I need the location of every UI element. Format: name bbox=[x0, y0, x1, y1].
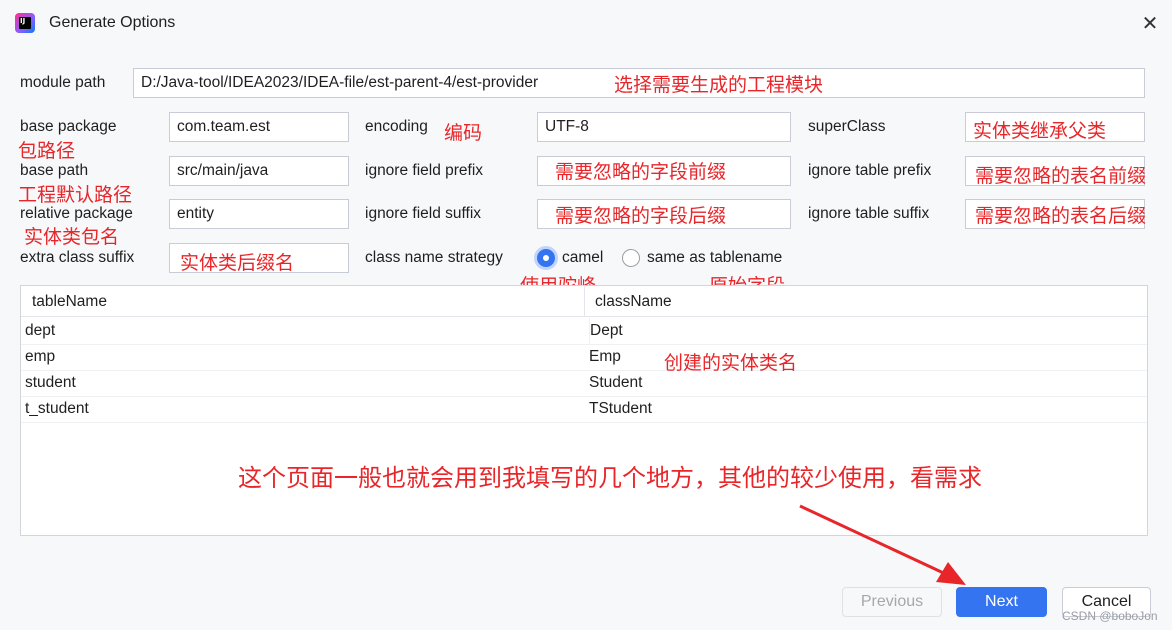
annotation-module-path: 选择需要生成的工程模块 bbox=[614, 74, 824, 96]
camel-radio-label[interactable]: camel bbox=[562, 249, 603, 267]
previous-button[interactable]: Previous bbox=[842, 587, 942, 617]
relative-package-label: relative package bbox=[20, 205, 133, 222]
annotation-encoding: 编码 bbox=[444, 122, 483, 144]
ignore-table-suffix-label: ignore table suffix bbox=[808, 205, 930, 222]
annotation-ignore-table-suffix: 需要忽略的表名后缀 bbox=[975, 205, 1147, 227]
superclass-label: superClass bbox=[808, 118, 886, 135]
table-mapping[interactable]: tableName className dept Dept emp Emp st… bbox=[20, 285, 1148, 536]
camel-radio[interactable] bbox=[537, 249, 555, 267]
relative-package-field[interactable]: entity bbox=[169, 199, 349, 229]
same-as-tablename-radio-label[interactable]: same as tablename bbox=[647, 249, 782, 267]
same-as-tablename-radio[interactable] bbox=[622, 249, 640, 267]
annotation-summary: 这个页面一般也就会用到我填写的几个地方，其他的较少使用，看需求 bbox=[238, 464, 982, 492]
table-cell-tablename: dept bbox=[25, 322, 56, 339]
table-row[interactable]: emp Emp bbox=[21, 344, 1147, 371]
base-package-field[interactable]: com.team.est bbox=[169, 112, 349, 142]
encoding-field[interactable]: UTF-8 bbox=[537, 112, 791, 142]
annotation-extra-class-suffix: 实体类后缀名 bbox=[180, 252, 295, 274]
watermark: CSDN @boboJon bbox=[1062, 609, 1158, 623]
extra-class-suffix-label: extra class suffix bbox=[20, 249, 135, 266]
annotation-ignore-field-prefix: 需要忽略的字段前缀 bbox=[555, 161, 727, 183]
close-icon[interactable]: ✕ bbox=[1138, 12, 1162, 36]
title-bar: IJ Generate Options ✕ bbox=[0, 0, 1172, 48]
annotation-base-package: 包路径 bbox=[18, 140, 76, 162]
dialog-title: Generate Options bbox=[49, 14, 176, 31]
module-path-value: D:/Java-tool/IDEA2023/IDEA-file/est-pare… bbox=[141, 74, 539, 91]
module-path-label: module path bbox=[20, 74, 106, 91]
column-header-tablename[interactable]: tableName bbox=[21, 286, 585, 317]
table-row[interactable]: dept Dept bbox=[21, 318, 1147, 345]
annotation-superclass: 实体类继承父类 bbox=[973, 120, 1107, 142]
ignore-field-suffix-label: ignore field suffix bbox=[365, 205, 482, 222]
table-cell-classname[interactable]: TStudent bbox=[589, 396, 652, 422]
table-cell-classname[interactable]: Emp bbox=[589, 344, 621, 370]
table-cell-tablename: student bbox=[25, 374, 76, 391]
arrow-shaft bbox=[799, 504, 951, 578]
table-cell-classname[interactable]: Dept bbox=[589, 318, 623, 344]
annotation-ignore-table-prefix: 需要忽略的表名前缀 bbox=[975, 165, 1147, 187]
encoding-label: encoding bbox=[365, 118, 428, 135]
table-row[interactable]: student Student bbox=[21, 370, 1147, 397]
annotation-ignore-field-suffix: 需要忽略的字段后缀 bbox=[555, 205, 727, 227]
annotation-arrow bbox=[799, 504, 966, 585]
base-package-label: base package bbox=[20, 118, 117, 135]
ignore-field-prefix-label: ignore field prefix bbox=[365, 162, 484, 179]
table-row[interactable]: t_student TStudent bbox=[21, 396, 1147, 423]
class-name-strategy-label: class name strategy bbox=[365, 249, 503, 266]
table-cell-tablename: emp bbox=[25, 348, 56, 365]
next-button[interactable]: Next bbox=[956, 587, 1047, 617]
annotation-relative-package: 实体类包名 bbox=[24, 226, 120, 248]
annotation-base-path: 工程默认路径 bbox=[18, 184, 133, 206]
annotation-class-name: 创建的实体类名 bbox=[664, 352, 798, 374]
ignore-table-prefix-label: ignore table prefix bbox=[808, 162, 932, 179]
intellij-app-icon-glyph: IJ bbox=[19, 17, 31, 29]
column-header-classname[interactable]: className bbox=[585, 286, 1147, 317]
base-path-label: base path bbox=[20, 162, 89, 179]
table-cell-classname[interactable]: Student bbox=[589, 370, 642, 396]
table-cell-tablename: t_student bbox=[25, 400, 89, 417]
base-path-field[interactable]: src/main/java bbox=[169, 156, 349, 186]
arrow-head bbox=[936, 562, 966, 585]
